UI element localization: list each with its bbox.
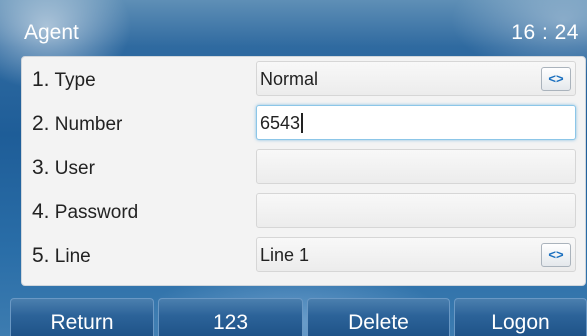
row-number: 5. xyxy=(32,244,50,267)
form-row-user[interactable]: 3. User xyxy=(22,145,587,189)
number-input[interactable]: 6543 xyxy=(256,105,576,140)
clock: 16 : 24 xyxy=(511,21,579,44)
row-number: 1. xyxy=(32,68,50,91)
text-cursor xyxy=(301,113,303,133)
password-input[interactable] xyxy=(256,193,576,228)
input-mode-button[interactable]: 123 xyxy=(158,298,303,336)
form-row-password[interactable]: 4. Password xyxy=(22,189,587,233)
row-label: User xyxy=(54,158,95,179)
line-value: Line 1 xyxy=(260,245,310,265)
left-right-arrows-icon[interactable]: <> xyxy=(541,67,571,91)
row-number: 3. xyxy=(32,156,50,179)
line-label: 5. Line xyxy=(32,244,91,268)
type-value: Normal xyxy=(260,69,319,89)
phone-screen: Agent 16 : 24 1. Type Normal <> 2. Numbe… xyxy=(0,0,587,336)
title-bar: Agent 16 : 24 xyxy=(0,12,587,56)
logon-button[interactable]: Logon xyxy=(454,298,587,336)
delete-button[interactable]: Delete xyxy=(307,298,450,336)
page-title: Agent xyxy=(24,21,79,44)
row-number: 2. xyxy=(32,112,50,135)
softkey-bar: Return 123 Delete Logon xyxy=(0,298,587,336)
type-label: 1. Type xyxy=(32,68,96,92)
number-label: 2. Number xyxy=(32,112,122,136)
row-number: 4. xyxy=(32,200,50,223)
agent-form: 1. Type Normal <> 2. Number 6543 3. User xyxy=(21,56,586,286)
type-select[interactable]: Normal <> xyxy=(256,61,576,96)
row-label: Line xyxy=(54,246,91,267)
line-select[interactable]: Line 1 <> xyxy=(256,237,576,272)
form-row-number[interactable]: 2. Number 6543 xyxy=(22,101,587,145)
row-label: Type xyxy=(54,70,96,91)
left-right-arrows-icon[interactable]: <> xyxy=(541,243,571,267)
return-button[interactable]: Return xyxy=(10,298,154,336)
row-label: Number xyxy=(54,114,123,135)
form-row-type[interactable]: 1. Type Normal <> xyxy=(22,57,587,101)
number-value: 6543 xyxy=(260,113,301,133)
form-row-line[interactable]: 5. Line Line 1 <> xyxy=(22,233,587,277)
user-label: 3. User xyxy=(32,156,95,180)
user-input[interactable] xyxy=(256,149,576,184)
password-label: 4. Password xyxy=(32,200,138,224)
row-label: Password xyxy=(54,202,139,223)
